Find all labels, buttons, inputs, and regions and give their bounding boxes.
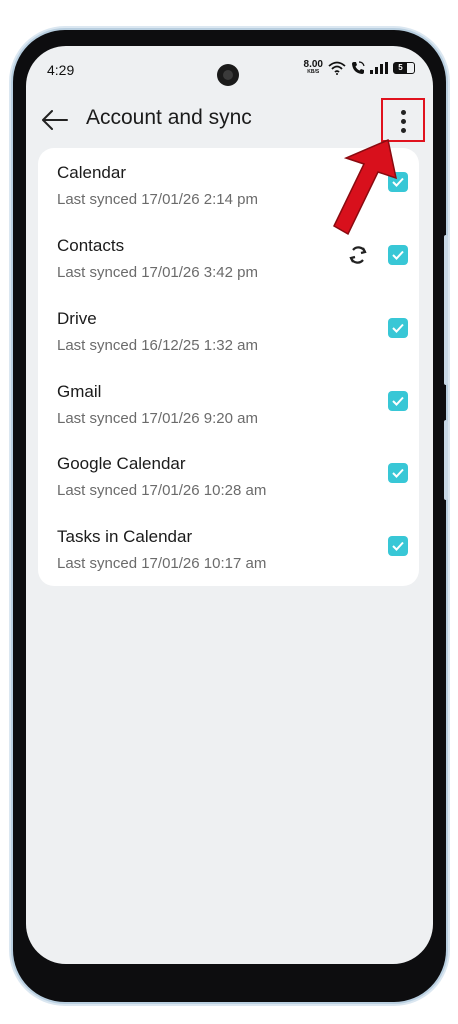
sync-item-title: Contacts [57,236,125,255]
sync-checkbox[interactable] [388,536,408,556]
phone-screen: 4:29 8.00 KB/S 5 Account and sync Calend… [26,46,433,964]
sync-item-title: Google Calendar [57,454,186,473]
power-button [444,420,448,500]
volume-button [444,235,448,385]
battery-icon: 5 [393,61,415,74]
wifi-icon [328,61,346,75]
battery-level: 5 [398,63,403,72]
sync-checkbox[interactable] [388,463,408,483]
sync-item-subtitle: Last synced 17/01/26 3:42 pm [57,264,258,281]
check-icon [392,396,404,406]
status-time: 4:29 [47,62,75,78]
annotation-arrow-icon [333,138,398,236]
sync-item-title: Drive [57,309,97,328]
sync-item-drive[interactable]: Drive Last synced 16/12/25 1:32 am [38,294,419,366]
call-icon [352,60,365,74]
front-camera [217,64,239,86]
sync-item-gmail[interactable]: Gmail Last synced 17/01/26 9:20 am [38,367,419,439]
annotation-highlight-box [381,98,425,142]
back-button[interactable] [40,108,70,132]
page-title: Account and sync [86,106,252,129]
check-icon [392,541,404,551]
signal-icon [370,61,388,74]
back-arrow-icon [42,110,68,130]
check-icon [392,468,404,478]
sync-item-subtitle: Last synced 17/01/26 10:17 am [57,555,267,572]
network-speed: 8.00 KB/S [304,60,323,75]
sync-checkbox[interactable] [388,391,408,411]
status-icons: 8.00 KB/S 5 [304,60,415,75]
sync-checkbox[interactable] [388,318,408,338]
sync-item-subtitle: Last synced 17/01/26 10:28 am [57,482,267,499]
sync-item-google-calendar[interactable]: Google Calendar Last synced 17/01/26 10:… [38,439,419,511]
sync-item-tasks-in-calendar[interactable]: Tasks in Calendar Last synced 17/01/26 1… [38,512,419,584]
sync-item-subtitle: Last synced 17/01/26 2:14 pm [57,191,258,208]
sync-item-title: Gmail [57,382,102,401]
sync-item-subtitle: Last synced 17/01/26 9:20 am [57,410,258,427]
sync-item-title: Calendar [57,163,126,182]
sync-item-title: Tasks in Calendar [57,527,193,546]
phone-bottom-bezel [26,964,433,988]
sync-item-subtitle: Last synced 16/12/25 1:32 am [57,337,258,354]
check-icon [392,323,404,333]
network-speed-unit: KB/S [307,69,320,75]
